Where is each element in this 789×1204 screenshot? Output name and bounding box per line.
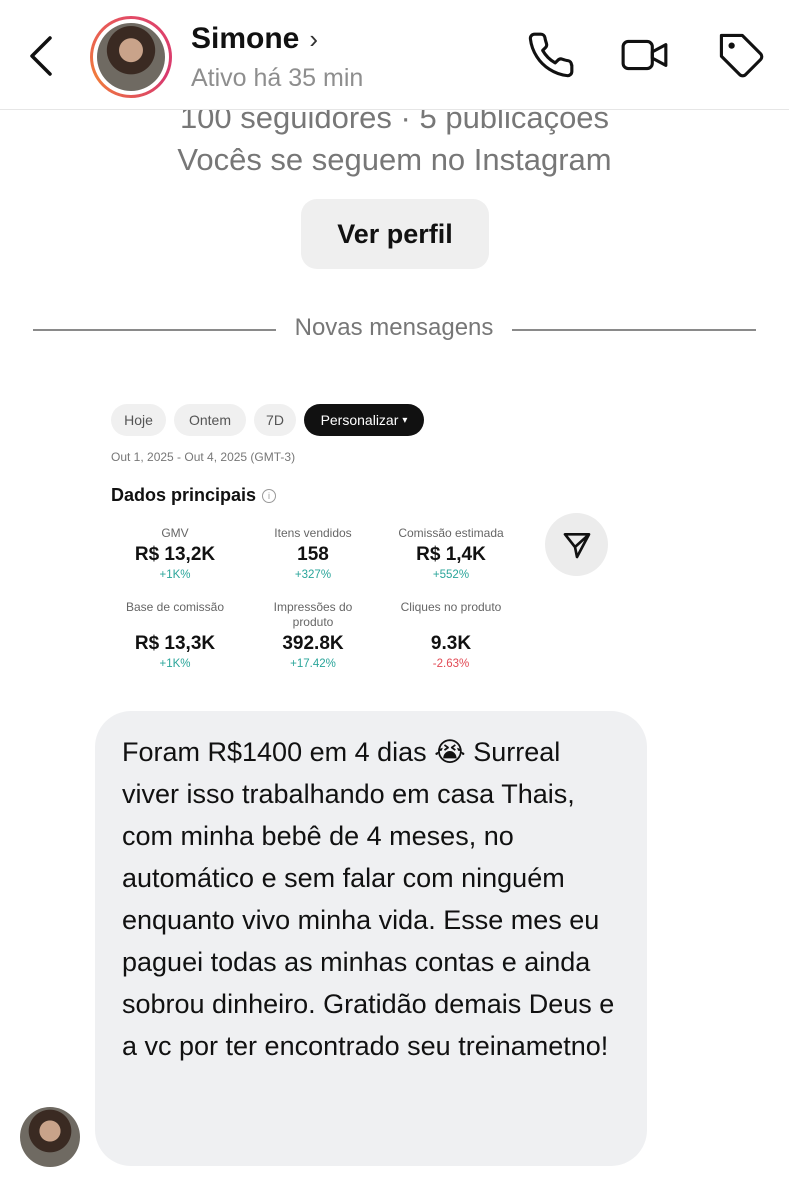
filter-custom: Personalizar ▾	[304, 404, 424, 436]
metric-items-sold: Itens vendidos 158 +327%	[253, 526, 373, 581]
mutual-follow-note: Vocês se seguem no Instagram	[177, 142, 612, 177]
filter-yesterday: Ontem	[174, 404, 246, 436]
metric-commission: Comissão estimada R$ 1,4K +552%	[391, 526, 511, 581]
chevron-down-icon: ▾	[402, 414, 408, 426]
filter-custom-label: Personalizar	[320, 412, 399, 428]
metric-label: Comissão estimada	[398, 526, 504, 540]
contact-name-link[interactable]: Simone ›	[191, 22, 318, 56]
metric-change: +1K%	[159, 569, 191, 581]
metric-value: 392.8K	[282, 633, 344, 654]
avatar[interactable]	[90, 16, 172, 98]
message-text: Foram R$1400 em 4 dias 😭 Surreal viver i…	[122, 737, 615, 1061]
metric-label: Itens vendidos	[274, 526, 352, 540]
share-button[interactable]	[545, 513, 608, 576]
view-profile-button[interactable]: Ver perfil	[301, 199, 489, 269]
metric-gmv: GMV R$ 13,2K +1K%	[115, 526, 235, 581]
info-icon: i	[262, 488, 277, 503]
back-arrow-icon[interactable]	[22, 32, 62, 80]
date-range: Out 1, 2025 - Out 4, 2025 (GMT-3)	[111, 450, 296, 464]
metric-change: +1K%	[159, 658, 191, 670]
metric-label: Base de comissão	[125, 600, 225, 614]
dm-conversation-screen: Simone › Ativo há 35 min 100 seguidores …	[0, 0, 789, 1204]
metric-value: R$ 13,2K	[134, 544, 216, 565]
metric-value: 158	[297, 544, 329, 565]
metric-change: -2.63%	[432, 658, 470, 670]
chevron-right-icon: ›	[309, 23, 319, 54]
metric-impressions: Impressões do produto 392.8K +17.42%	[253, 600, 373, 670]
avatar-photo	[97, 23, 165, 91]
metric-change: +17.42%	[290, 658, 336, 670]
chat-header: Simone › Ativo há 35 min	[0, 0, 789, 110]
phone-call-icon[interactable]	[526, 30, 576, 80]
metric-change: +552%	[432, 569, 470, 581]
new-messages-divider: Novas mensagens	[294, 314, 494, 341]
section-title-text: Dados principais	[111, 485, 257, 505]
tag-icon[interactable]	[716, 30, 766, 80]
active-status: Ativo há 35 min	[191, 64, 364, 92]
divider-line	[33, 329, 276, 331]
metric-value: R$ 13,3K	[134, 633, 216, 654]
section-title: Dados principais i	[111, 485, 277, 506]
sender-avatar[interactable]	[20, 1107, 80, 1167]
metric-commission-base: Base de comissão R$ 13,3K +1K%	[115, 600, 235, 670]
metric-product-clicks: Cliques no produto 9.3K -2.63%	[391, 600, 511, 670]
video-call-icon[interactable]	[620, 30, 670, 80]
contact-name: Simone	[191, 22, 300, 55]
metric-change: +327%	[294, 569, 332, 581]
filter-today: Hoje	[111, 404, 166, 436]
divider-line	[512, 329, 756, 331]
filter-7d: 7D	[254, 404, 296, 436]
metric-label: GMV	[161, 526, 189, 540]
metric-value: R$ 1,4K	[416, 544, 486, 565]
metric-label: Cliques no produto	[400, 600, 502, 614]
message-bubble[interactable]: Foram R$1400 em 4 dias 😭 Surreal viver i…	[95, 711, 647, 1166]
metric-label: Impressões do produto	[273, 600, 353, 629]
send-icon	[563, 532, 590, 558]
shared-dashboard-image[interactable]: Hoje Ontem 7D Personalizar ▾ Out 1, 2025…	[100, 392, 640, 682]
metric-value: 9.3K	[430, 633, 472, 654]
